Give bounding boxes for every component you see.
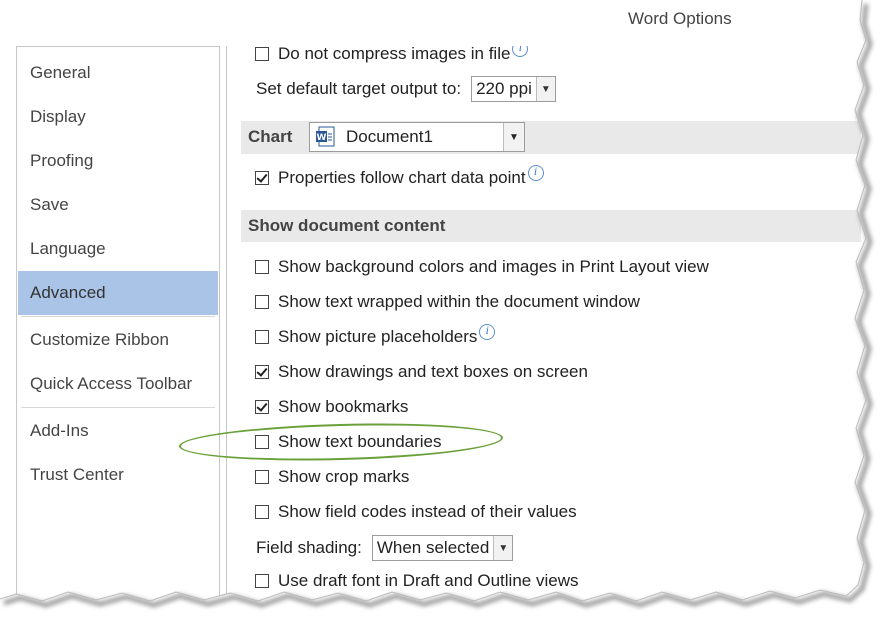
option-checkbox[interactable]: [255, 470, 269, 484]
sidebar-item-language[interactable]: Language: [18, 227, 218, 271]
option-checkbox[interactable]: [255, 505, 269, 519]
info-icon: i: [527, 165, 544, 181]
properties-follow-label: Properties follow chart data point: [278, 168, 526, 187]
sidebar-item-add-ins[interactable]: Add-Ins: [18, 409, 218, 453]
sidebar-item-display[interactable]: Display: [18, 95, 218, 139]
sidebar-item-save[interactable]: Save: [18, 183, 218, 227]
option-label: Show crop marks: [278, 467, 410, 486]
info-icon: i: [479, 324, 496, 340]
option-bookmarks[interactable]: Show bookmarks: [255, 392, 408, 422]
option-checkbox[interactable]: [255, 365, 269, 379]
word-options-dialog: Word Options General Display Proofing Sa…: [0, 0, 893, 630]
sidebar-item-proofing[interactable]: Proofing: [18, 139, 218, 183]
target-output-label: Set default target output to:: [256, 79, 462, 98]
option-label: Show drawings and text boxes on screen: [278, 362, 588, 381]
option-label: Use draft font in Draft and Outline view…: [278, 571, 579, 590]
option-label: Show field codes instead of their values: [278, 502, 577, 521]
options-sidebar: General Display Proofing Save Language A…: [16, 46, 220, 608]
properties-follow-checkbox[interactable]: [255, 171, 269, 185]
chevron-down-icon[interactable]: ▼: [493, 536, 513, 560]
field-shading-row: Field shading: When selected ▼: [256, 533, 514, 563]
option-label: Show bookmarks: [278, 397, 409, 416]
sidebar-item-trust-center[interactable]: Trust Center: [18, 453, 218, 497]
chevron-down-icon[interactable]: ▼: [535, 77, 555, 101]
option-label: Show background colors and images in Pri…: [278, 257, 709, 276]
info-icon: i: [512, 46, 529, 57]
sidebar-item-general[interactable]: General: [18, 51, 218, 95]
target-output-row: Set default target output to: 220 ppi ▼: [256, 74, 556, 104]
field-shading-label: Field shading:: [256, 538, 362, 557]
chart-document-select[interactable]: W Document1 ▼: [309, 122, 525, 152]
sidebar-item-customize-ribbon[interactable]: Customize Ribbon: [18, 318, 218, 362]
option-checkbox[interactable]: [255, 400, 269, 414]
option-checkbox[interactable]: [255, 295, 269, 309]
compress-images-checkbox[interactable]: [255, 47, 269, 61]
option-checkbox[interactable]: [255, 574, 269, 588]
chevron-down-icon[interactable]: ▼: [503, 123, 524, 151]
option-text-wrapped[interactable]: Show text wrapped within the document wi…: [255, 287, 640, 317]
option-picture-placeholders[interactable]: Show picture placeholders i: [255, 322, 496, 352]
dialog-title: Word Options: [0, 8, 893, 32]
option-field-codes[interactable]: Show field codes instead of their values: [255, 497, 577, 527]
compress-images-label: Do not compress images in file: [278, 46, 511, 63]
option-drawings-text-boxes[interactable]: Show drawings and text boxes on screen: [255, 357, 588, 387]
chart-document-value: Document1: [346, 127, 433, 146]
word-document-icon: W: [316, 126, 336, 148]
sidebar-divider: [21, 407, 215, 408]
show-document-content-header: Show document content: [241, 210, 861, 242]
option-checkbox[interactable]: [255, 260, 269, 274]
option-label: Show text boundaries: [278, 432, 442, 451]
option-label: Show picture placeholders: [278, 327, 478, 346]
chart-header-label: Chart: [248, 127, 293, 146]
field-shading-value: When selected: [376, 538, 490, 557]
field-shading-select[interactable]: When selected ▼: [371, 535, 514, 561]
sidebar-divider: [21, 316, 215, 317]
compress-images-option[interactable]: Do not compress images in file i: [255, 46, 529, 69]
show-document-content-label: Show document content: [248, 216, 446, 235]
advanced-options-pane: Do not compress images in file i Set def…: [226, 46, 861, 606]
option-checkbox[interactable]: [255, 330, 269, 344]
option-draft-font[interactable]: Use draft font in Draft and Outline view…: [255, 566, 578, 596]
svg-text:W: W: [317, 133, 327, 143]
option-background-colors[interactable]: Show background colors and images in Pri…: [255, 252, 709, 282]
option-checkbox[interactable]: [255, 435, 269, 449]
target-output-select[interactable]: 220 ppi ▼: [471, 76, 556, 102]
sidebar-item-quick-access-toolbar[interactable]: Quick Access Toolbar: [18, 362, 218, 406]
dialog-title-text: Word Options: [628, 9, 732, 28]
sidebar-item-advanced[interactable]: Advanced: [18, 271, 218, 315]
properties-follow-option[interactable]: Properties follow chart data point i: [255, 163, 544, 193]
option-text-boundaries[interactable]: Show text boundaries: [255, 427, 442, 457]
option-crop-marks[interactable]: Show crop marks: [255, 462, 409, 492]
target-output-value: 220 ppi: [476, 79, 532, 98]
option-label: Show text wrapped within the document wi…: [278, 292, 640, 311]
